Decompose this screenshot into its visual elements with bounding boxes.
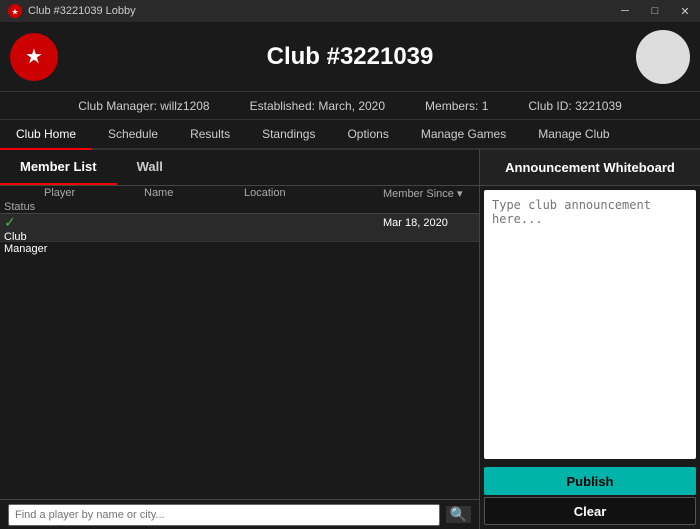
tab-manage-club[interactable]: Manage Club [522, 120, 625, 148]
tab-schedule[interactable]: Schedule [92, 120, 174, 148]
club-manager-info: Club Manager: willz1208 [78, 99, 209, 113]
maximize-button[interactable]: □ [640, 0, 670, 22]
info-bar: Club Manager: willz1208 Established: Mar… [0, 92, 700, 120]
title-bar-text: Club #3221039 Lobby [28, 5, 136, 17]
search-bar: 🔍 [0, 499, 479, 529]
avatar [636, 30, 690, 84]
title-bar-controls: ─ □ ✕ [610, 0, 700, 22]
whiteboard-textarea[interactable] [484, 190, 696, 459]
publish-button[interactable]: Publish [484, 467, 696, 495]
tab-results[interactable]: Results [174, 120, 246, 148]
search-button[interactable]: 🔍 [446, 506, 471, 523]
established-info: Established: March, 2020 [250, 99, 385, 113]
members-info: Members: 1 [425, 99, 488, 113]
sub-tab-wall[interactable]: Wall [117, 150, 183, 185]
sub-tab-member-list[interactable]: Member List [0, 150, 117, 185]
whiteboard-title: Announcement Whiteboard [480, 150, 700, 186]
app-icon: ★ [8, 4, 22, 18]
row-member-since: Mar 18, 2020 [379, 217, 479, 229]
tab-options[interactable]: Options [331, 120, 404, 148]
search-input[interactable] [8, 504, 440, 526]
table-row[interactable]: ✓ Mar 18, 2020 Club Manager [0, 214, 479, 242]
tab-manage-games[interactable]: Manage Games [405, 120, 522, 148]
col-player: Player [40, 187, 140, 199]
close-button[interactable]: ✕ [670, 0, 700, 22]
col-status: Status [0, 201, 40, 213]
svg-text:★: ★ [11, 8, 18, 17]
main-content: Member List Wall Player Name Location [0, 150, 700, 529]
right-panel: Announcement Whiteboard Publish Clear [480, 150, 700, 529]
col-location: Location [240, 187, 379, 199]
whiteboard-buttons: Publish Clear [480, 463, 700, 529]
sub-tabs: Member List Wall [0, 150, 479, 186]
table-header: Player Name Location Member Since Status [0, 186, 479, 214]
row-status: Club Manager [0, 231, 40, 255]
col-name: Name [140, 187, 240, 199]
app-logo: ★ [10, 33, 58, 81]
member-table: Player Name Location Member Since Status… [0, 186, 479, 499]
col-member-since[interactable]: Member Since [379, 187, 479, 200]
logo-star: ★ [25, 44, 43, 69]
tab-standings[interactable]: Standings [246, 120, 331, 148]
club-id-info: Club ID: 3221039 [528, 99, 621, 113]
minimize-button[interactable]: ─ [610, 0, 640, 22]
row-check: ✓ [0, 214, 40, 231]
left-panel: Member List Wall Player Name Location [0, 150, 480, 529]
header: ★ Club #3221039 [0, 22, 700, 92]
clear-button[interactable]: Clear [484, 497, 696, 525]
tab-club-home[interactable]: Club Home [0, 120, 92, 150]
nav-tabs: Club Home Schedule Results Standings Opt… [0, 120, 700, 150]
title-bar: ★ Club #3221039 Lobby ─ □ ✕ [0, 0, 700, 22]
search-icon: 🔍 [450, 506, 467, 522]
club-title: Club #3221039 [267, 43, 434, 71]
